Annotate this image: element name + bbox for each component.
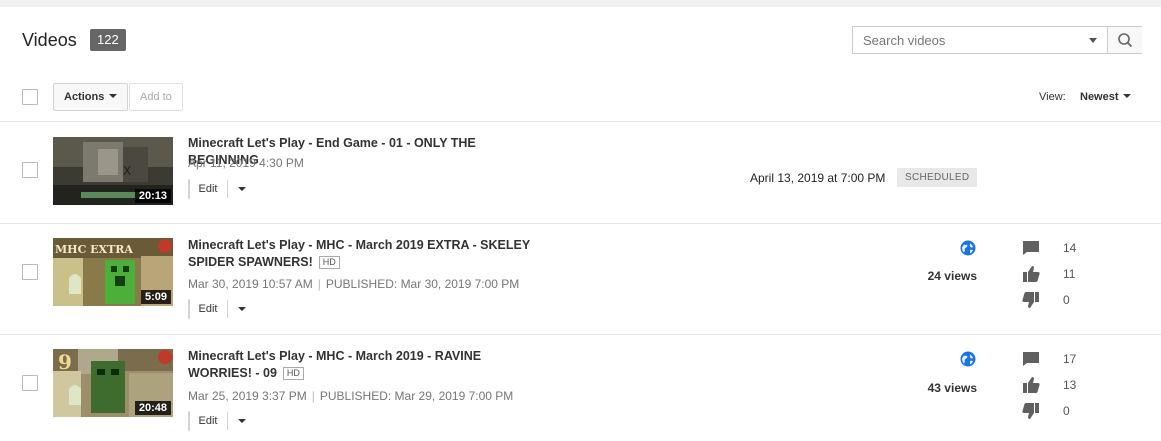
view-count: 24 views (927, 269, 977, 283)
search-options-chevron-down-icon[interactable] (1089, 38, 1097, 43)
thumbnail-caption: 9 (58, 350, 72, 374)
view-count: 43 views (927, 381, 977, 395)
edit-menu-chevron-down-icon[interactable] (227, 300, 256, 318)
edit-menu-chevron-down-icon[interactable] (227, 412, 256, 430)
video-title[interactable]: Minecraft Let's Play - MHC - March 2019 … (188, 348, 548, 382)
page-title: Videos (22, 30, 77, 50)
comment-count: 14 (1063, 241, 1077, 255)
thumbs-down-icon[interactable] (1022, 403, 1040, 419)
search-input[interactable] (853, 27, 1107, 53)
hd-badge: HD (282, 367, 304, 380)
separator: | (311, 389, 315, 403)
row-checkbox[interactable] (22, 264, 38, 280)
actions-button-label: Actions (64, 91, 105, 103)
upload-date: Mar 30, 2019 10:57 AM (188, 277, 313, 291)
view-label: View: (1039, 91, 1066, 103)
svg-text:X: X (123, 164, 131, 178)
edit-button-group[interactable]: Edit (188, 411, 246, 431)
edit-menu-chevron-down-icon[interactable] (227, 180, 256, 198)
select-all-checkbox[interactable] (22, 89, 38, 105)
add-to-button[interactable]: Add to (129, 83, 183, 111)
video-duration: 5:09 (140, 290, 171, 304)
status-badge: SCHEDULED (897, 168, 978, 187)
row-checkbox[interactable] (22, 375, 38, 391)
video-date: Mar 25, 2019 3:37 PM | PUBLISHED: Mar 29, … (188, 389, 513, 403)
video-thumbnail[interactable]: 9 20:48 (53, 349, 173, 417)
video-title-text: Minecraft Let's Play - MHC - March 2019 … (188, 349, 482, 380)
video-count-badge: 122 (90, 29, 126, 51)
thumbs-up-icon[interactable] (1022, 377, 1040, 393)
video-row: 9 20:48 Minecraft Let's Play - MHC - Mar… (0, 335, 1161, 441)
thumbs-up-icon[interactable] (1022, 266, 1040, 282)
edit-button[interactable]: Edit (189, 300, 227, 318)
edit-button-group[interactable]: Edit (188, 299, 246, 319)
top-strip (0, 0, 1161, 7)
video-duration: 20:13 (134, 189, 171, 203)
video-row: X 20:13 Minecraft Let's Play - End Game … (0, 122, 1161, 223)
search-button[interactable] (1107, 27, 1142, 53)
video-date: Mar 30, 2019 10:57 AM | PUBLISHED: Mar 30,… (188, 277, 519, 291)
chevron-down-icon (109, 94, 118, 99)
edit-button[interactable]: Edit (189, 180, 227, 198)
upload-date: Mar 25, 2019 3:37 PM (188, 389, 307, 403)
video-thumbnail[interactable]: X 20:13 (53, 137, 173, 205)
video-duration: 20:48 (134, 401, 171, 415)
video-row: MHC EXTRA 5:09 Minecraft Let's Play - MH… (0, 224, 1161, 334)
edit-button-group[interactable]: Edit (188, 179, 246, 199)
dislike-count: 0 (1063, 293, 1070, 307)
search-icon (1118, 33, 1133, 48)
separator: | (317, 277, 321, 291)
comment-icon[interactable] (1022, 351, 1040, 367)
comment-count: 17 (1063, 352, 1077, 366)
video-date: Apr 11, 2019 4:30 PM (188, 156, 304, 170)
view-sort-value: Newest (1080, 91, 1119, 103)
video-thumbnail[interactable]: MHC EXTRA 5:09 (53, 238, 173, 306)
like-count: 13 (1063, 378, 1077, 392)
thumbnail-caption: MHC EXTRA (55, 243, 133, 256)
published-date: PUBLISHED: Mar 29, 2019 7:00 PM (319, 389, 514, 403)
row-checkbox[interactable] (22, 162, 38, 178)
comment-icon[interactable] (1022, 240, 1040, 256)
published-date: PUBLISHED: Mar 30, 2019 7:00 PM (325, 277, 520, 291)
dislike-count: 0 (1063, 404, 1070, 418)
chevron-down-icon (1122, 94, 1131, 99)
thumbs-down-icon[interactable] (1022, 292, 1040, 308)
add-to-button-label: Add to (140, 91, 172, 103)
globe-icon[interactable] (960, 351, 976, 367)
video-title-text: Minecraft Let's Play - MHC - March 2019 … (188, 238, 530, 269)
hd-badge: HD (318, 256, 340, 269)
actions-button[interactable]: Actions (53, 83, 129, 111)
video-title[interactable]: Minecraft Let's Play - MHC - March 2019 … (188, 237, 548, 271)
search-box[interactable] (852, 26, 1142, 54)
globe-icon[interactable] (960, 240, 976, 256)
scheduled-date: April 13, 2019 at 7:00 PM (750, 171, 886, 185)
view-sort-select[interactable]: Newest (1080, 91, 1131, 103)
like-count: 11 (1063, 267, 1076, 281)
edit-button[interactable]: Edit (189, 412, 227, 430)
